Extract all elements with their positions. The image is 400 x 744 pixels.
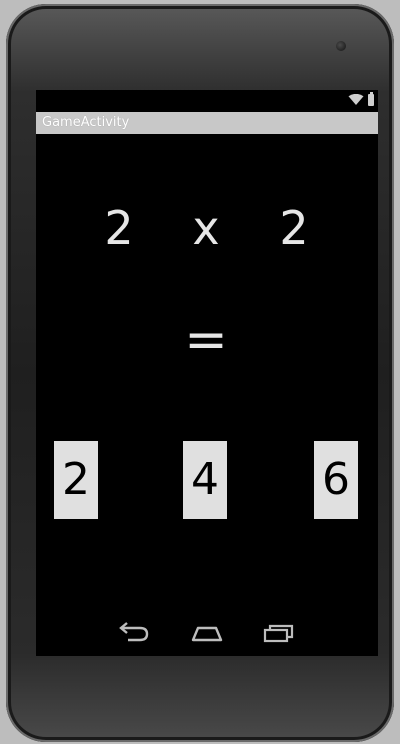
wifi-icon (348, 94, 364, 105)
navigation-bar (36, 608, 378, 656)
home-icon[interactable] (187, 618, 227, 646)
operator: x (192, 201, 220, 255)
phone-frame: GameActivity 2 x 2 = 2 4 6 (6, 4, 394, 742)
right-operand: 2 (279, 201, 309, 255)
back-icon[interactable] (114, 618, 154, 646)
answer-button-1[interactable]: 2 (54, 441, 98, 519)
recent-apps-icon[interactable] (259, 618, 299, 646)
answer-button-2[interactable]: 4 (183, 441, 227, 519)
left-operand: 2 (104, 201, 134, 255)
camera-icon (336, 41, 346, 51)
status-bar (36, 90, 378, 112)
equals-sign: = (184, 310, 228, 370)
battery-icon (368, 92, 374, 106)
screen: GameActivity 2 x 2 = 2 4 6 (36, 90, 378, 656)
answer-button-3[interactable]: 6 (314, 441, 358, 519)
action-bar-title: GameActivity (36, 112, 378, 134)
